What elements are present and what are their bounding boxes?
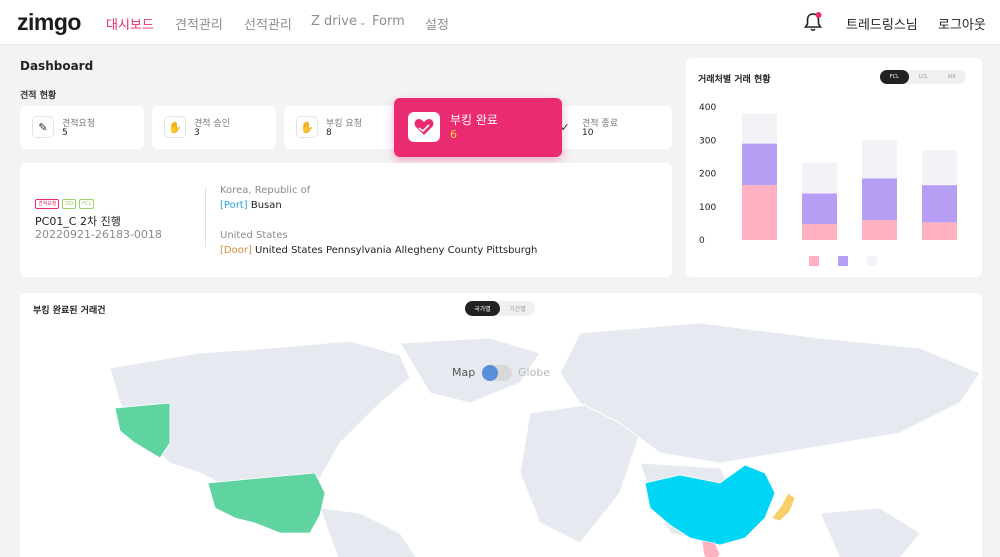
origin-place: [Port] Busan [220,200,282,211]
bar-segment[interactable] [862,220,897,240]
bar-segment[interactable] [862,178,897,221]
stat-card-quote-request[interactable]: ✎ 견적요청 5 [20,106,144,149]
stat-value: 10 [582,128,594,138]
stat-value: 5 [62,128,68,138]
alaska-region [114,402,171,459]
bar-segment[interactable] [862,140,897,179]
status-badge: 견적요청 [35,199,60,209]
nav-shipment-management[interactable]: 선적관리 [244,14,292,33]
bar-segment[interactable] [742,113,777,144]
destination-type: [Door] [220,245,252,256]
legend-swatch[interactable] [867,256,877,266]
zimgo-logo[interactable]: zimgo [17,9,81,36]
nav-quote-management[interactable]: 견적관리 [175,14,223,33]
user-name[interactable]: 트레드링스님 [846,14,918,33]
shipment-badges: 견적요청 DD FCL [35,199,95,209]
world-map[interactable] [20,293,982,557]
japan-region [771,492,796,522]
origin-country: Korea, Republic of [220,185,311,196]
quote-status-title: 견적 현황 [20,91,57,101]
booking-map-card: 부킹 완료된 거래건 국가별 기간별 Map Globe [20,293,982,557]
page-title: Dashboard [20,59,94,73]
map-title: 부킹 완료된 거래건 [33,306,106,316]
map-globe-toggle[interactable] [482,365,512,381]
y-tick-label: 100 [699,203,716,213]
origin-name: Busan [250,200,282,211]
stat-card-quote-approved[interactable]: ✋ 견적 승인 3 [152,106,276,149]
y-tick-label: 300 [699,136,716,146]
stat-value: 3 [194,128,200,138]
tab-by-country[interactable]: 국가별 [465,301,500,316]
bar-segment[interactable] [922,185,957,223]
bar-segment[interactable] [802,193,837,225]
bar-segment[interactable] [742,143,777,186]
top-navigation-bar: zimgo 대시보드 견적관리 선적관리 Z drive ⌄ Form 설정 트레… [0,0,1000,45]
logo-text: zimgo [17,9,81,35]
booking-complete-card[interactable]: 부킹 완료 6 [394,98,562,157]
nav-z-drive[interactable]: Z drive ⌄ [311,14,367,29]
origin-type: [Port] [220,200,248,211]
toggle-map-label: Map [452,366,476,379]
handshake-icon: ✋ [164,116,186,138]
usa-region [207,472,326,534]
bar-segment[interactable] [922,222,957,240]
status-badge: FCL [79,199,95,209]
y-tick-label: 0 [699,236,705,246]
destination-country: United States [220,230,288,241]
legend-swatch[interactable] [809,256,819,266]
document-edit-icon: ✎ [32,116,54,138]
stat-value: 8 [326,128,332,138]
route-divider [205,187,206,247]
bar-segment[interactable] [802,162,837,194]
tab-by-period[interactable]: 기간별 [500,301,535,316]
bar-segment[interactable] [742,185,777,240]
popup-value: 6 [450,128,457,141]
shipment-card[interactable]: 견적요청 DD FCL PC01_C 2차 진행 20220921-26183-… [20,163,672,277]
bell-icon[interactable] [803,11,823,33]
nav-settings[interactable]: 설정 [425,14,449,33]
stat-card-booking-request[interactable]: ✋ 부킹 요청 8 [284,106,408,149]
toggle-globe-label: Globe [518,366,551,379]
trade-status-card: 거래처별 거래 현황 FCL LCL AIR 400 300 200 100 0 [686,58,982,277]
shipment-code: 20220921-26183-0018 [35,228,162,241]
hand-coin-icon: ✋ [296,116,318,138]
stacked-bar-chart: 400 300 200 100 0 [699,103,957,266]
legend-swatch[interactable] [838,256,848,266]
map-tab-control: 국가별 기간별 [465,301,535,316]
destination-name: United States Pennsylvania Allegheny Cou… [255,245,538,256]
chevron-down-icon: ⌄ [358,18,367,28]
bar-segment[interactable] [922,150,957,186]
logout-button[interactable]: 로그아웃 [938,14,986,33]
y-tick-label: 200 [699,170,716,180]
nav-form[interactable]: Form [372,14,405,29]
destination-place: [Door] United States Pennsylvania Allegh… [220,245,537,256]
popup-label: 부킹 완료 [450,113,498,127]
status-badge: DD [62,199,77,209]
shipment-name: PC01_C 2차 진행 [35,215,121,228]
bar-segment[interactable] [802,224,837,240]
heart-hand-icon [408,112,440,142]
toggle-knob[interactable] [482,365,498,381]
nav-dashboard[interactable]: 대시보드 [106,14,154,33]
nav-z-drive-label: Z drive [311,14,357,29]
y-tick-label: 400 [699,103,716,113]
